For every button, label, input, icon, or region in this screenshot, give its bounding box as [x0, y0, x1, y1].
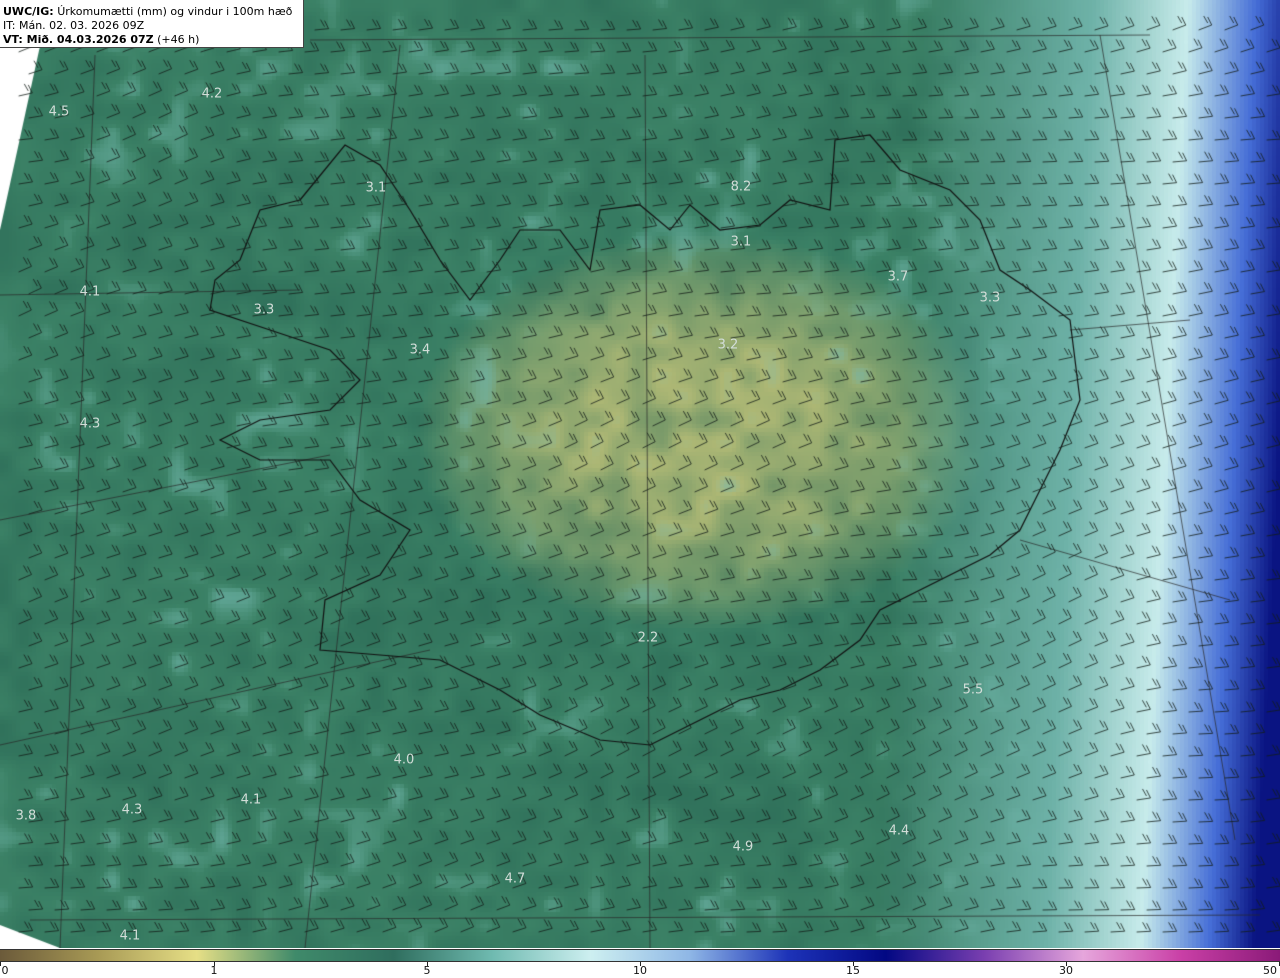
colorbar-tick-label: 50 [1263, 964, 1277, 977]
field-value-label: 4.9 [732, 839, 754, 855]
field-value-label: 3.1 [730, 234, 752, 250]
forecast-hour: (+46 h) [157, 33, 200, 46]
colorbar-tick-label: 0 [1, 964, 9, 977]
field-value-label: 3.4 [409, 342, 431, 358]
field-value-label: 2.2 [637, 630, 659, 646]
colorbar [0, 949, 1280, 962]
colorbar-tick-label: 15 [846, 964, 860, 977]
field-value-label: 3.3 [979, 290, 1001, 306]
field-value-label: 4.4 [888, 823, 910, 839]
field-value-label: 4.3 [79, 416, 101, 432]
field-value-label: 4.2 [201, 86, 223, 102]
colorbar-tick-label: 30 [1059, 964, 1073, 977]
colorbar-tick-label: 10 [633, 964, 647, 977]
initial-time: IT: Mán. 02. 03. 2026 09Z [3, 19, 145, 32]
field-value-label: 3.3 [253, 302, 275, 318]
field-value-label: 5.5 [962, 682, 984, 698]
field-value-label: 4.7 [504, 871, 526, 887]
map-header: UWC/IG: Úrkomumætti (mm) og vindur i 100… [0, 0, 304, 48]
colorbar-tick-label: 1 [210, 964, 218, 977]
field-value-label: 4.5 [48, 104, 70, 120]
field-value-label: 4.1 [240, 792, 262, 808]
field-value-label: 4.1 [119, 928, 141, 944]
field-value-label: 4.1 [79, 284, 101, 300]
field-value-label: 3.1 [365, 180, 387, 196]
map-title: Úrkomumætti (mm) og vindur i 100m hæð [57, 5, 293, 18]
field-value-label: 3.7 [887, 269, 909, 285]
model-prefix: UWC/IG: [3, 5, 54, 18]
field-value-label: 3.2 [717, 337, 739, 353]
field-value-label: 8.2 [730, 179, 752, 195]
colorbar-tick-label: 5 [423, 964, 431, 977]
field-value-label: 3.8 [15, 808, 37, 824]
field-value-label: 4.3 [121, 802, 143, 818]
valid-time: VT: Mið. 04.03.2026 07Z [3, 33, 154, 46]
precipitation-map [0, 0, 1280, 948]
field-value-label: 4.0 [393, 752, 415, 768]
